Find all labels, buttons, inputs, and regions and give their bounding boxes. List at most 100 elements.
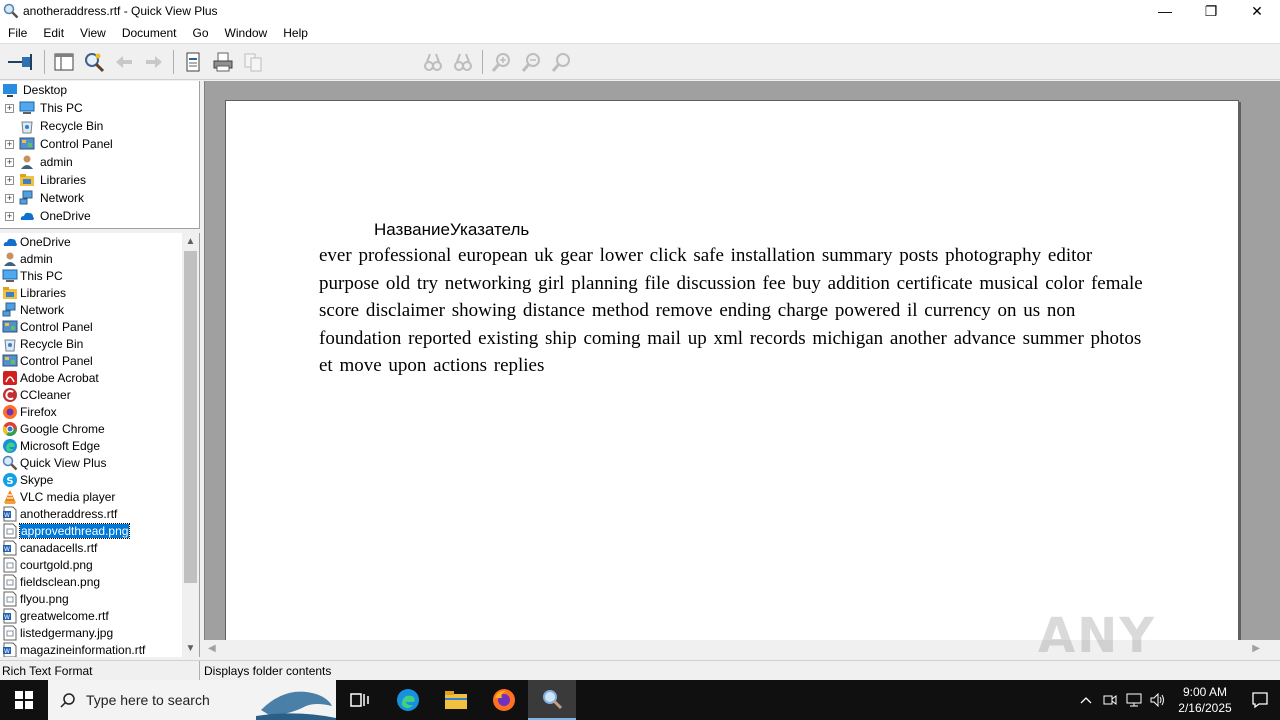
list-item[interactable]: S Skype xyxy=(0,471,182,488)
expand-icon[interactable]: + xyxy=(5,193,14,203)
tree-item-admin[interactable]: + admin xyxy=(0,153,199,171)
tree-item-libraries[interactable]: + Libraries xyxy=(0,171,199,189)
copy-button[interactable] xyxy=(238,48,268,76)
taskbar-quick-view-plus[interactable] xyxy=(528,680,576,720)
acrobat-icon xyxy=(3,370,17,385)
list-item[interactable]: Quick View Plus xyxy=(0,454,182,471)
tree-item-onedrive[interactable]: + OneDrive xyxy=(0,207,199,225)
menu-help[interactable]: Help xyxy=(275,26,316,40)
taskbar-edge[interactable] xyxy=(384,680,432,720)
back-button[interactable] xyxy=(109,48,139,76)
file-list: OneDrive admin This PC Libraries Network Cont… xyxy=(0,233,200,657)
chevron-up-icon[interactable] xyxy=(1074,696,1098,704)
list-item[interactable]: Microsoft Edge xyxy=(0,437,182,454)
zoom-out-button[interactable] xyxy=(517,48,547,76)
list-item-label: Control Panel xyxy=(20,353,93,368)
list-item[interactable]: courtgold.png xyxy=(0,556,182,573)
rtf-file-icon: W xyxy=(3,642,17,657)
list-item[interactable]: Google Chrome xyxy=(0,420,182,437)
forward-button[interactable] xyxy=(139,48,169,76)
recycle-bin-icon xyxy=(4,339,16,351)
close-button[interactable]: ✕ xyxy=(1234,0,1280,22)
list-item[interactable]: This PC xyxy=(0,267,182,284)
list-item[interactable]: Network xyxy=(0,301,182,318)
print-button[interactable] xyxy=(208,48,238,76)
list-item[interactable]: listedgermany.jpg xyxy=(0,624,182,641)
list-item[interactable]: Wmagazineinformation.rtf xyxy=(0,641,182,657)
scroll-up-icon[interactable]: ▲ xyxy=(182,233,199,250)
user-icon xyxy=(4,252,16,266)
file-list-items: OneDrive admin This PC Libraries Network Cont… xyxy=(0,233,182,657)
list-item[interactable]: admin xyxy=(0,250,182,267)
list-item[interactable]: Recycle Bin xyxy=(0,335,182,352)
list-item[interactable]: Adobe Acrobat xyxy=(0,369,182,386)
menu-go[interactable]: Go xyxy=(185,26,217,40)
notification-center-button[interactable] xyxy=(1240,691,1280,709)
scroll-left-icon[interactable]: ◀ xyxy=(208,643,216,654)
list-item[interactable]: Wanotheraddress.rtf xyxy=(0,505,182,522)
list-item[interactable]: approvedthread.png xyxy=(0,522,182,539)
menu-file[interactable]: File xyxy=(0,26,35,40)
menu-document[interactable]: Document xyxy=(114,26,185,40)
taskbar-clock[interactable]: 9:00 AM 2/16/2025 xyxy=(1170,684,1240,716)
tree-item-network[interactable]: + Network xyxy=(0,189,199,207)
document-viewer[interactable]: НазваниеУказатель ever professional euro… xyxy=(204,81,1280,640)
network-status-icon[interactable] xyxy=(1122,693,1146,707)
tree-item-control-panel[interactable]: + Control Panel xyxy=(0,135,199,153)
layout-button[interactable] xyxy=(49,48,79,76)
document-icon xyxy=(186,52,200,71)
list-item[interactable]: OneDrive xyxy=(0,233,182,250)
task-view-button[interactable] xyxy=(336,680,384,720)
zoom-fit-button[interactable] xyxy=(547,48,577,76)
taskbar-file-explorer[interactable] xyxy=(432,680,480,720)
meet-now-icon[interactable] xyxy=(1098,693,1122,707)
pin-button[interactable] xyxy=(0,48,40,76)
tree-item-this-pc[interactable]: + This PC xyxy=(0,99,199,117)
document-page: НазваниеУказатель ever professional euro… xyxy=(225,100,1239,640)
edge-icon xyxy=(3,438,17,453)
menu-edit[interactable]: Edit xyxy=(35,26,72,40)
status-bar: Rich Text Format Displays folder content… xyxy=(0,660,1280,680)
magnifier-icon xyxy=(2,455,18,470)
file-list-scrollbar[interactable]: ▲ ▼ xyxy=(182,233,199,657)
list-item[interactable]: Wcanadacells.rtf xyxy=(0,539,182,556)
find-next-button[interactable] xyxy=(448,48,478,76)
expand-icon[interactable]: + xyxy=(5,211,14,221)
list-item[interactable]: Control Panel xyxy=(0,352,182,369)
search-icon xyxy=(60,693,75,708)
list-item[interactable]: Libraries xyxy=(0,284,182,301)
list-item[interactable]: Wgreatwelcome.rtf xyxy=(0,607,182,624)
quick-view-button[interactable] xyxy=(79,48,109,76)
image-file-icon xyxy=(3,523,17,538)
menu-view[interactable]: View xyxy=(72,26,114,40)
expand-icon[interactable]: + xyxy=(5,139,14,149)
list-item-label: Microsoft Edge xyxy=(20,438,101,453)
list-item[interactable]: VLC media player xyxy=(0,488,182,505)
expand-icon[interactable]: + xyxy=(5,157,14,167)
list-item[interactable]: Control Panel xyxy=(0,318,182,335)
expand-icon[interactable]: + xyxy=(5,175,14,185)
list-item[interactable]: flyou.png xyxy=(0,590,182,607)
tree-item-desktop[interactable]: Desktop xyxy=(0,81,199,99)
list-item[interactable]: CCleaner xyxy=(0,386,182,403)
zoom-in-button[interactable] xyxy=(487,48,517,76)
dolphin-decoration-icon xyxy=(256,691,336,720)
expand-icon[interactable]: + xyxy=(5,103,14,113)
start-button[interactable] xyxy=(0,680,48,720)
minimize-button[interactable]: — xyxy=(1142,0,1188,22)
control-panel-icon xyxy=(2,354,18,366)
taskbar-firefox[interactable] xyxy=(480,680,528,720)
list-item[interactable]: Firefox xyxy=(0,403,182,420)
scroll-down-icon[interactable]: ▼ xyxy=(182,640,199,657)
menu-window[interactable]: Window xyxy=(217,26,276,40)
maximize-button[interactable]: ❐ xyxy=(1188,0,1234,22)
volume-icon[interactable] xyxy=(1146,693,1170,707)
clock-time: 9:00 AM xyxy=(1182,685,1228,699)
find-button[interactable] xyxy=(418,48,448,76)
scroll-thumb[interactable] xyxy=(184,251,197,583)
taskbar-search-box[interactable]: Type here to search xyxy=(48,680,336,720)
tree-item-recycle-bin[interactable]: Recycle Bin xyxy=(0,117,199,135)
page-setup-button[interactable] xyxy=(178,48,208,76)
list-item-label: Google Chrome xyxy=(20,421,105,436)
list-item[interactable]: fieldsclean.png xyxy=(0,573,182,590)
